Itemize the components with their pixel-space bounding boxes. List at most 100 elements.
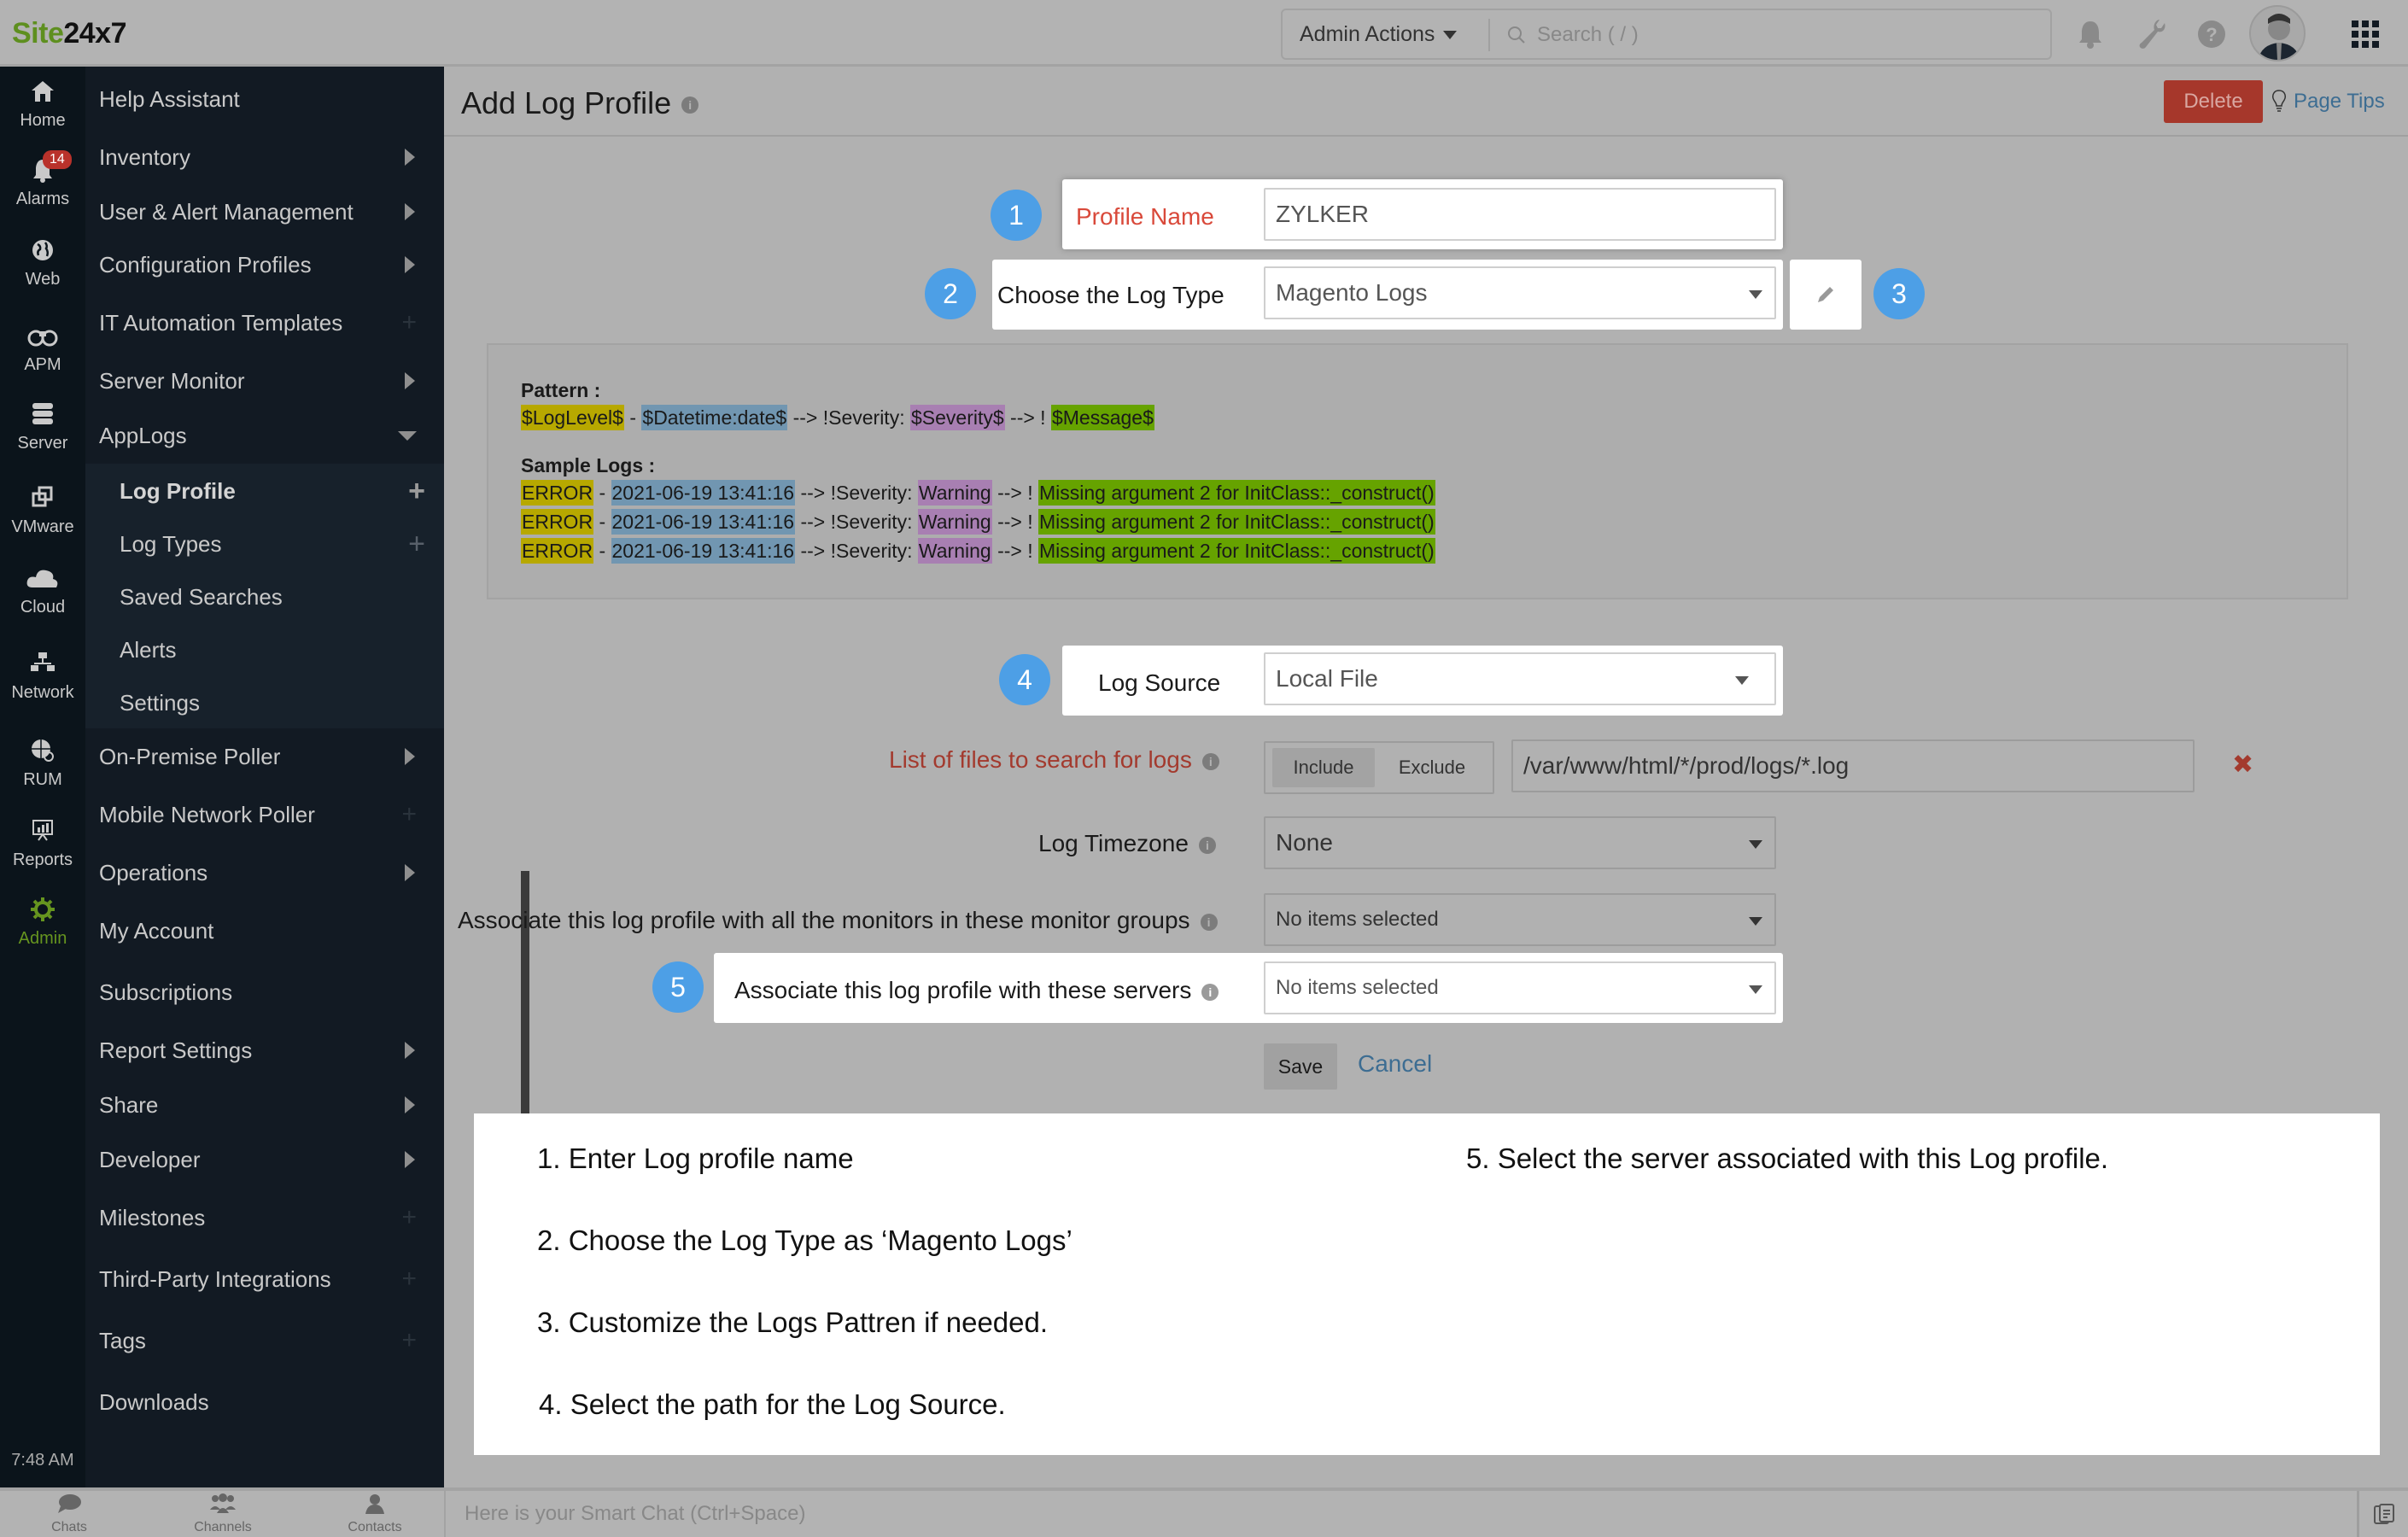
rail-item-cloud[interactable]: Cloud	[0, 565, 85, 617]
servers-select[interactable]: No items selected	[1264, 961, 1776, 1014]
rail-label: Home	[20, 111, 66, 130]
profile-name-input[interactable]	[1276, 201, 1750, 228]
log-type-select[interactable]: Magento Logs	[1264, 266, 1776, 319]
logo-site: Site	[12, 17, 64, 50]
include-button[interactable]: Include	[1272, 748, 1375, 787]
rail-label: Admin	[18, 929, 67, 948]
sidebar-item-developer[interactable]: Developer	[85, 1134, 435, 1185]
sidebar-subitem-log-types[interactable]: Log Types +	[85, 519, 435, 569]
admin-actions-dropdown[interactable]: Admin Actions	[1300, 22, 1458, 47]
notes-icon[interactable]	[2357, 1491, 2408, 1537]
log-source-select[interactable]: Local File	[1264, 652, 1776, 705]
app-grid-icon[interactable]	[2352, 20, 2379, 48]
file-path-field[interactable]	[1511, 739, 2195, 792]
sidebar-item-applogs[interactable]: AppLogs	[85, 410, 435, 461]
sidebar-item-milestones[interactable]: Milestones +	[85, 1192, 435, 1243]
rail-item-reports[interactable]: Reports	[0, 818, 85, 870]
rail-item-admin[interactable]: Admin	[0, 897, 85, 949]
sidebar-item-inventory[interactable]: Inventory	[85, 131, 435, 183]
chat-tab-contacts[interactable]: Contacts	[311, 1493, 439, 1535]
avatar[interactable]	[2249, 5, 2306, 61]
cancel-link[interactable]: Cancel	[1358, 1050, 1432, 1078]
rail-item-server[interactable]: Server	[0, 401, 85, 453]
plus-icon[interactable]: +	[408, 528, 425, 561]
chevron-right-icon	[405, 372, 415, 389]
sidebar-item-my-account[interactable]: My Account	[85, 905, 435, 956]
sidebar-item-user-alert-management[interactable]: User & Alert Management	[85, 186, 435, 237]
remove-path-icon[interactable]: ✖	[2232, 750, 2253, 780]
sidebar-item-configuration-profiles[interactable]: Configuration Profiles	[85, 239, 435, 290]
sidebar-item-server-monitor[interactable]: Server Monitor	[85, 355, 435, 406]
sidebar-subitem-alerts[interactable]: Alerts	[85, 625, 435, 675]
plus-icon[interactable]: +	[401, 800, 417, 829]
smart-chat-input[interactable]	[465, 1502, 2002, 1526]
plus-icon[interactable]: +	[408, 475, 425, 508]
sidebar-item-it-automation-templates[interactable]: IT Automation Templates +	[85, 297, 435, 348]
instruction-step-2: 2. Choose the Log Type as ‘Magento Logs’	[537, 1224, 1072, 1256]
search-field[interactable]	[1506, 19, 2036, 51]
info-icon[interactable]: i	[1198, 836, 1216, 854]
log-type-label: Choose the Log Type	[997, 282, 1224, 308]
wrench-icon[interactable]	[2135, 15, 2169, 53]
search-input[interactable]	[1537, 23, 2015, 47]
sidebar-item-tags[interactable]: Tags +	[85, 1315, 435, 1366]
gear-icon	[0, 897, 85, 926]
sample-message: Missing argument 2 for InitClass::_const…	[1038, 538, 1435, 564]
chevron-right-icon	[405, 1151, 415, 1168]
alarm-count-badge: 14	[43, 150, 72, 169]
caret-down-icon	[1749, 840, 1762, 849]
sidebar-item-subscriptions[interactable]: Subscriptions	[85, 967, 435, 1018]
rail-item-alarms[interactable]: 14 Alarms	[0, 150, 85, 209]
files-label: List of files to search for logs i	[889, 746, 1219, 774]
profile-name-field[interactable]	[1264, 188, 1776, 241]
sample-log-line: ERROR - 2021-06-19 13:41:16 --> !Severit…	[521, 509, 1435, 535]
chat-tab-chats[interactable]: Chats	[5, 1493, 133, 1535]
instruction-step-3: 3. Customize the Logs Pattren if needed.	[537, 1306, 1049, 1338]
rail-item-network[interactable]: Network	[0, 651, 85, 703]
sidebar-subitem-saved-searches[interactable]: Saved Searches	[85, 572, 435, 622]
sidebar-item-operations[interactable]: Operations	[85, 847, 435, 898]
sidebar-subitem-settings[interactable]: Settings	[85, 678, 435, 728]
delete-button[interactable]: Delete	[2164, 80, 2263, 123]
menu-label: Subscriptions	[99, 979, 233, 1005]
info-icon[interactable]: i	[1200, 913, 1218, 931]
bell-icon[interactable]	[2073, 15, 2107, 53]
plus-icon[interactable]: +	[401, 1203, 417, 1232]
plus-icon[interactable]: +	[401, 1265, 417, 1294]
sidebar-item-third-party-integrations[interactable]: Third-Party Integrations +	[85, 1254, 435, 1305]
timezone-select[interactable]: None	[1264, 816, 1776, 869]
monitor-groups-select[interactable]: No items selected	[1264, 893, 1776, 946]
sidebar-item-report-settings[interactable]: Report Settings	[85, 1025, 435, 1076]
info-icon[interactable]: i	[1201, 983, 1219, 1001]
smart-chat-field[interactable]	[444, 1491, 2357, 1537]
include-exclude-toggle: Include Exclude	[1264, 741, 1494, 794]
rail-item-web[interactable]: Web	[0, 237, 85, 289]
menu-label: Report Settings	[99, 1037, 253, 1063]
sidebar-item-help-assistant[interactable]: Help Assistant	[85, 73, 435, 125]
save-button[interactable]: Save	[1264, 1043, 1337, 1090]
instruction-step-4: 4. Select the path for the Log Source.	[539, 1388, 1006, 1420]
site24x7-logo[interactable]: Site24x7	[12, 17, 126, 50]
instruction-panel: 1. Enter Log profile name 2. Choose the …	[474, 1113, 2380, 1455]
info-icon[interactable]: i	[681, 96, 699, 114]
sidebar-item-downloads[interactable]: Downloads	[85, 1376, 435, 1428]
chevron-right-icon	[405, 864, 415, 881]
token-sep: -	[623, 406, 642, 429]
rail-item-vmware[interactable]: VMware	[0, 485, 85, 537]
file-path-input[interactable]	[1523, 752, 2160, 780]
page-tips-link[interactable]: Page Tips	[2271, 89, 2385, 114]
chat-tab-channels[interactable]: Channels	[159, 1493, 287, 1535]
sidebar-item-mobile-network-poller[interactable]: Mobile Network Poller +	[85, 789, 435, 840]
sidebar-subitem-log-profile[interactable]: Log Profile +	[85, 466, 435, 516]
rail-item-apm[interactable]: APM	[0, 323, 85, 375]
edit-pattern-button[interactable]	[1790, 260, 1862, 330]
plus-icon[interactable]: +	[401, 1326, 417, 1355]
rail-item-home[interactable]: Home	[0, 79, 85, 131]
plus-icon[interactable]: +	[401, 308, 417, 337]
exclude-button[interactable]: Exclude	[1378, 748, 1486, 787]
info-icon[interactable]: i	[1201, 752, 1219, 770]
sidebar-item-share[interactable]: Share	[85, 1079, 435, 1131]
sidebar-item-on-premise-poller[interactable]: On-Premise Poller	[85, 731, 435, 782]
help-icon[interactable]: ?	[2195, 15, 2229, 53]
rail-item-rum[interactable]: RUM	[0, 738, 85, 790]
